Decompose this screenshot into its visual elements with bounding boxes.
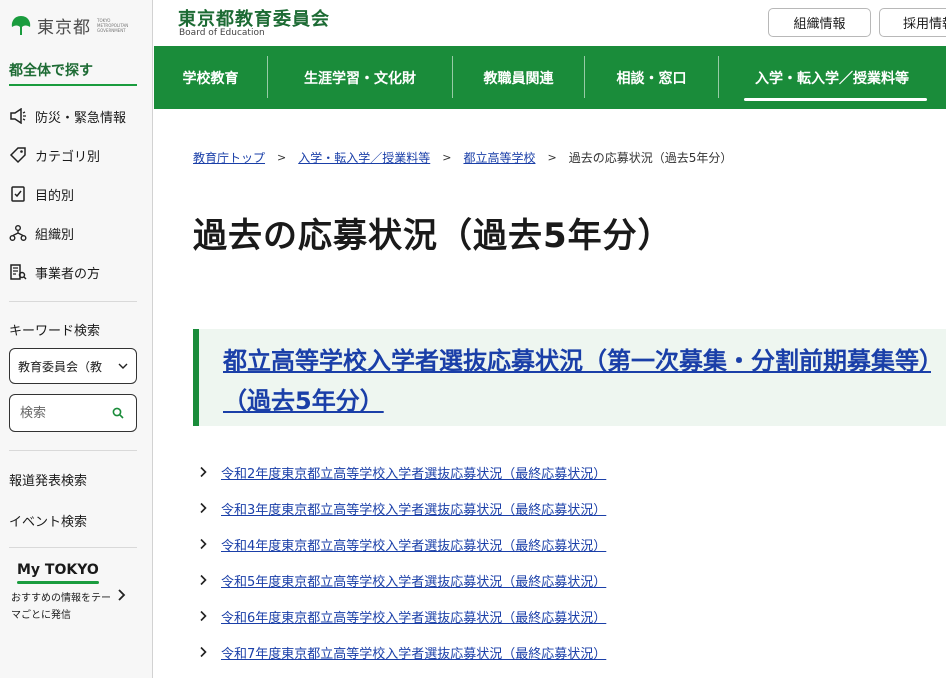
year-link-list: 令和2年度東京都立高等学校入学者選抜応募状況（最終応募状況） 令和3年度東京都立… <box>198 454 606 670</box>
nav-staff[interactable]: 教職員関連 <box>453 46 584 109</box>
tokyo-logo[interactable]: 東京都 TOKYO METROPOLITAN GOVERNMENT <box>9 10 137 40</box>
chevron-right-icon <box>200 574 207 586</box>
sidebar-divider <box>9 450 137 451</box>
sidebar-divider <box>9 547 137 548</box>
search-input[interactable] <box>18 404 112 422</box>
logo-text: 東京都 <box>37 17 91 38</box>
page-title: 過去の応募状況（過去5年分） <box>193 216 673 256</box>
year-link-r6[interactable]: 令和6年度東京都立高等学校入学者選抜応募状況（最終応募状況） <box>221 607 606 626</box>
breadcrumb: 教育庁トップ > 入学・転入学／授業料等 > 都立高等学校 > 過去の応募状況（… <box>193 149 732 166</box>
year-link-r4[interactable]: 令和4年度東京都立高等学校入学者選抜応募状況（最終応募状況） <box>221 535 606 554</box>
mytokyo-description: おすすめの情報をテーマごとに発信 <box>11 593 111 621</box>
mytokyo-banner[interactable]: My TOKYO おすすめの情報をテーマごとに発信 <box>9 562 144 632</box>
year-link-r7[interactable]: 令和7年度東京都立高等学校入学者選抜応募状況（最終応募状況） <box>221 643 606 662</box>
breadcrumb-link-top[interactable]: 教育庁トップ <box>193 149 265 166</box>
breadcrumb-link-admission[interactable]: 入学・転入学／授業料等 <box>298 149 430 166</box>
nav-admission[interactable]: 入学・転入学／授業料等 <box>719 46 945 109</box>
sidebar-item-business[interactable]: 事業者の方 <box>9 261 139 283</box>
breadcrumb-separator-icon: > <box>442 151 452 164</box>
recruitment-info-button[interactable]: 採用情報 <box>879 8 946 37</box>
breadcrumb-link-high-school[interactable]: 都立高等学校 <box>463 149 535 166</box>
ginkgo-logo-icon <box>11 16 31 35</box>
sidebar-item-label: 防災・緊急情報 <box>35 110 127 126</box>
sidebar-item-label: 事業者の方 <box>35 266 101 282</box>
breadcrumb-current: 過去の応募状況（過去5年分） <box>568 151 733 165</box>
list-item: 令和6年度東京都立高等学校入学者選抜応募状況（最終応募状況） <box>198 598 606 634</box>
list-item: 令和4年度東京都立高等学校入学者選抜応募状況（最終応募状況） <box>198 526 606 562</box>
sidebar-divider <box>9 84 137 86</box>
checklist-icon <box>9 185 27 203</box>
org-chart-icon <box>9 224 27 242</box>
list-item: 令和7年度東京都立高等学校入学者選抜応募状況（最終応募状況） <box>198 634 606 670</box>
year-link-r5[interactable]: 令和5年度東京都立高等学校入学者選抜応募状況（最終応募状況） <box>221 571 606 590</box>
megaphone-icon <box>9 107 27 125</box>
event-search-link[interactable]: イベント検索 <box>9 511 87 530</box>
keyword-search-label: キーワード検索 <box>9 324 101 339</box>
mytokyo-logo-underline <box>17 581 99 584</box>
mytokyo-logo: My TOKYO <box>17 562 99 578</box>
breadcrumb-separator-icon: > <box>277 151 287 164</box>
chevron-right-icon <box>200 502 207 514</box>
sidebar-item-purpose[interactable]: 目的別 <box>9 183 139 205</box>
site-subtitle: Board of Education <box>179 28 265 38</box>
search-box <box>9 394 137 432</box>
sidebar-item-label: カテゴリ別 <box>35 149 101 165</box>
featured-link-box: 都立高等学校入学者選抜応募状況（第一次募集・分割前期募集等）（過去5年分） <box>193 329 946 426</box>
list-item: 令和5年度東京都立高等学校入学者選抜応募状況（最終応募状況） <box>198 562 606 598</box>
business-doc-icon <box>9 263 27 281</box>
chevron-right-icon <box>200 538 207 550</box>
sidebar-item-disaster[interactable]: 防災・緊急情報 <box>9 105 139 127</box>
nav-lifelong-learning[interactable]: 生涯学習・文化財 <box>268 46 452 109</box>
chevron-right-icon <box>200 466 207 478</box>
search-icon[interactable] <box>112 407 124 419</box>
chevron-right-icon <box>118 589 126 601</box>
chevron-right-icon <box>200 646 207 658</box>
sidebar-item-organization[interactable]: 組織別 <box>9 222 139 244</box>
breadcrumb-separator-icon: > <box>547 151 557 164</box>
tag-icon <box>9 146 27 164</box>
sidebar-section-title: 都全体で探す <box>9 63 93 79</box>
press-release-search-link[interactable]: 報道発表検索 <box>9 470 87 489</box>
logo-subtext: TOKYO METROPOLITAN GOVERNMENT <box>97 17 129 33</box>
sidebar-divider <box>9 301 137 302</box>
sidebar-item-label: 組織別 <box>35 227 75 243</box>
chevron-right-icon <box>200 610 207 622</box>
global-nav: 学校教育 生涯学習・文化財 教職員関連 相談・窓口 入学・転入学／授業料等 <box>154 46 946 109</box>
year-link-r2[interactable]: 令和2年度東京都立高等学校入学者選抜応募状況（最終応募状況） <box>221 463 606 482</box>
list-item: 令和3年度東京都立高等学校入学者選抜応募状況（最終応募状況） <box>198 490 606 526</box>
nav-school-education[interactable]: 学校教育 <box>154 46 267 109</box>
sidebar-item-category[interactable]: カテゴリ別 <box>9 144 139 166</box>
search-scope-value: 教育委員会（教 <box>18 359 103 374</box>
year-link-r3[interactable]: 令和3年度東京都立高等学校入学者選抜応募状況（最終応募状況） <box>221 499 606 518</box>
search-scope-select[interactable]: 教育委員会（教 <box>9 348 137 384</box>
organization-info-button[interactable]: 組織情報 <box>768 8 871 37</box>
chevron-down-icon <box>118 363 128 369</box>
nav-consultation[interactable]: 相談・窓口 <box>585 46 718 109</box>
sidebar-item-label: 目的別 <box>35 188 75 204</box>
sidebar: 東京都 TOKYO METROPOLITAN GOVERNMENT 都全体で探す… <box>0 0 153 678</box>
featured-link[interactable]: 都立高等学校入学者選抜応募状況（第一次募集・分割前期募集等）（過去5年分） <box>223 341 933 421</box>
list-item: 令和2年度東京都立高等学校入学者選抜応募状況（最終応募状況） <box>198 454 606 490</box>
